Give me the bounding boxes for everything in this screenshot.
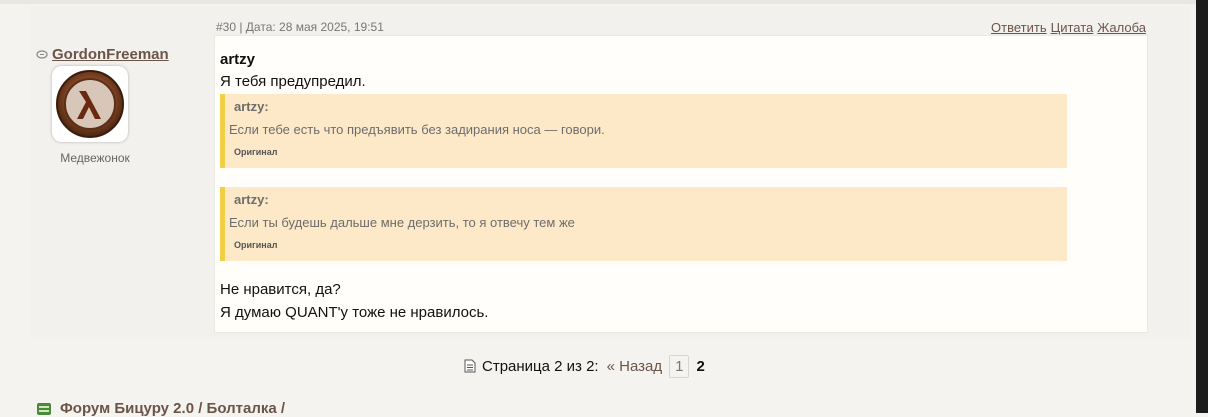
post-text-line: Не нравится, да? xyxy=(220,281,341,298)
post-number-date: #30 | Дата: 28 мая 2025, 19:51 xyxy=(216,20,384,34)
post-body: artzy Я тебя предупредил. artzy: Если те… xyxy=(214,35,1148,333)
user-rank: Медвежонок xyxy=(60,151,130,165)
quote-text: Если тебе есть что предъявить без задира… xyxy=(229,122,605,137)
page-link-1[interactable]: 1 xyxy=(669,354,690,378)
post-text-line: Я думаю QUANT'у тоже не нравилось. xyxy=(220,304,489,321)
page-icon xyxy=(464,359,476,373)
quote-text: Если ты будешь дальше мне дерзить, то я … xyxy=(229,215,575,230)
half-life-lambda-icon xyxy=(56,70,124,138)
window-edge xyxy=(1196,0,1208,413)
previous-page-link[interactable]: « Назад xyxy=(607,358,663,375)
post-actions: Ответить Цитата Жалоба xyxy=(991,20,1146,35)
forum-icon xyxy=(37,402,51,415)
quote-original-link[interactable]: Оригинал xyxy=(234,147,277,157)
pagination-label: Страница 2 из 2: xyxy=(482,357,599,375)
quote-original-link[interactable]: Оригинал xyxy=(234,240,277,250)
username-row: GordonFreeman xyxy=(36,46,169,63)
quote-block: artzy: Если ты будешь дальше мне дерзить… xyxy=(220,187,1067,261)
username-link[interactable]: GordonFreeman xyxy=(52,46,169,63)
forum-breadcrumb: Форум Бицуру 2.0 / Болталка / xyxy=(36,400,285,417)
avatar[interactable] xyxy=(52,66,128,142)
top-divider xyxy=(0,0,1196,4)
post-text-line: Я тебя предупредил. xyxy=(220,73,366,90)
quote-link[interactable]: Цитата xyxy=(1051,20,1094,35)
current-page: 2 xyxy=(696,357,705,375)
reply-link[interactable]: Ответить xyxy=(991,20,1047,35)
quote-author: artzy: xyxy=(234,99,269,114)
post-author-name: artzy xyxy=(220,51,256,68)
chat-bubble-icon xyxy=(36,49,48,59)
forum-path-link[interactable]: Форум Бицуру 2.0 / Болталка / xyxy=(60,400,285,417)
quote-author: artzy: xyxy=(234,192,269,207)
quote-block: artzy: Если тебе есть что предъявить без… xyxy=(220,94,1067,168)
post-meta: #30 | Дата: 28 мая 2025, 19:51 Ответить … xyxy=(216,19,1146,35)
pagination: Страница 2 из 2: « Назад 1 2 xyxy=(464,354,705,378)
report-link[interactable]: Жалоба xyxy=(1097,20,1146,35)
